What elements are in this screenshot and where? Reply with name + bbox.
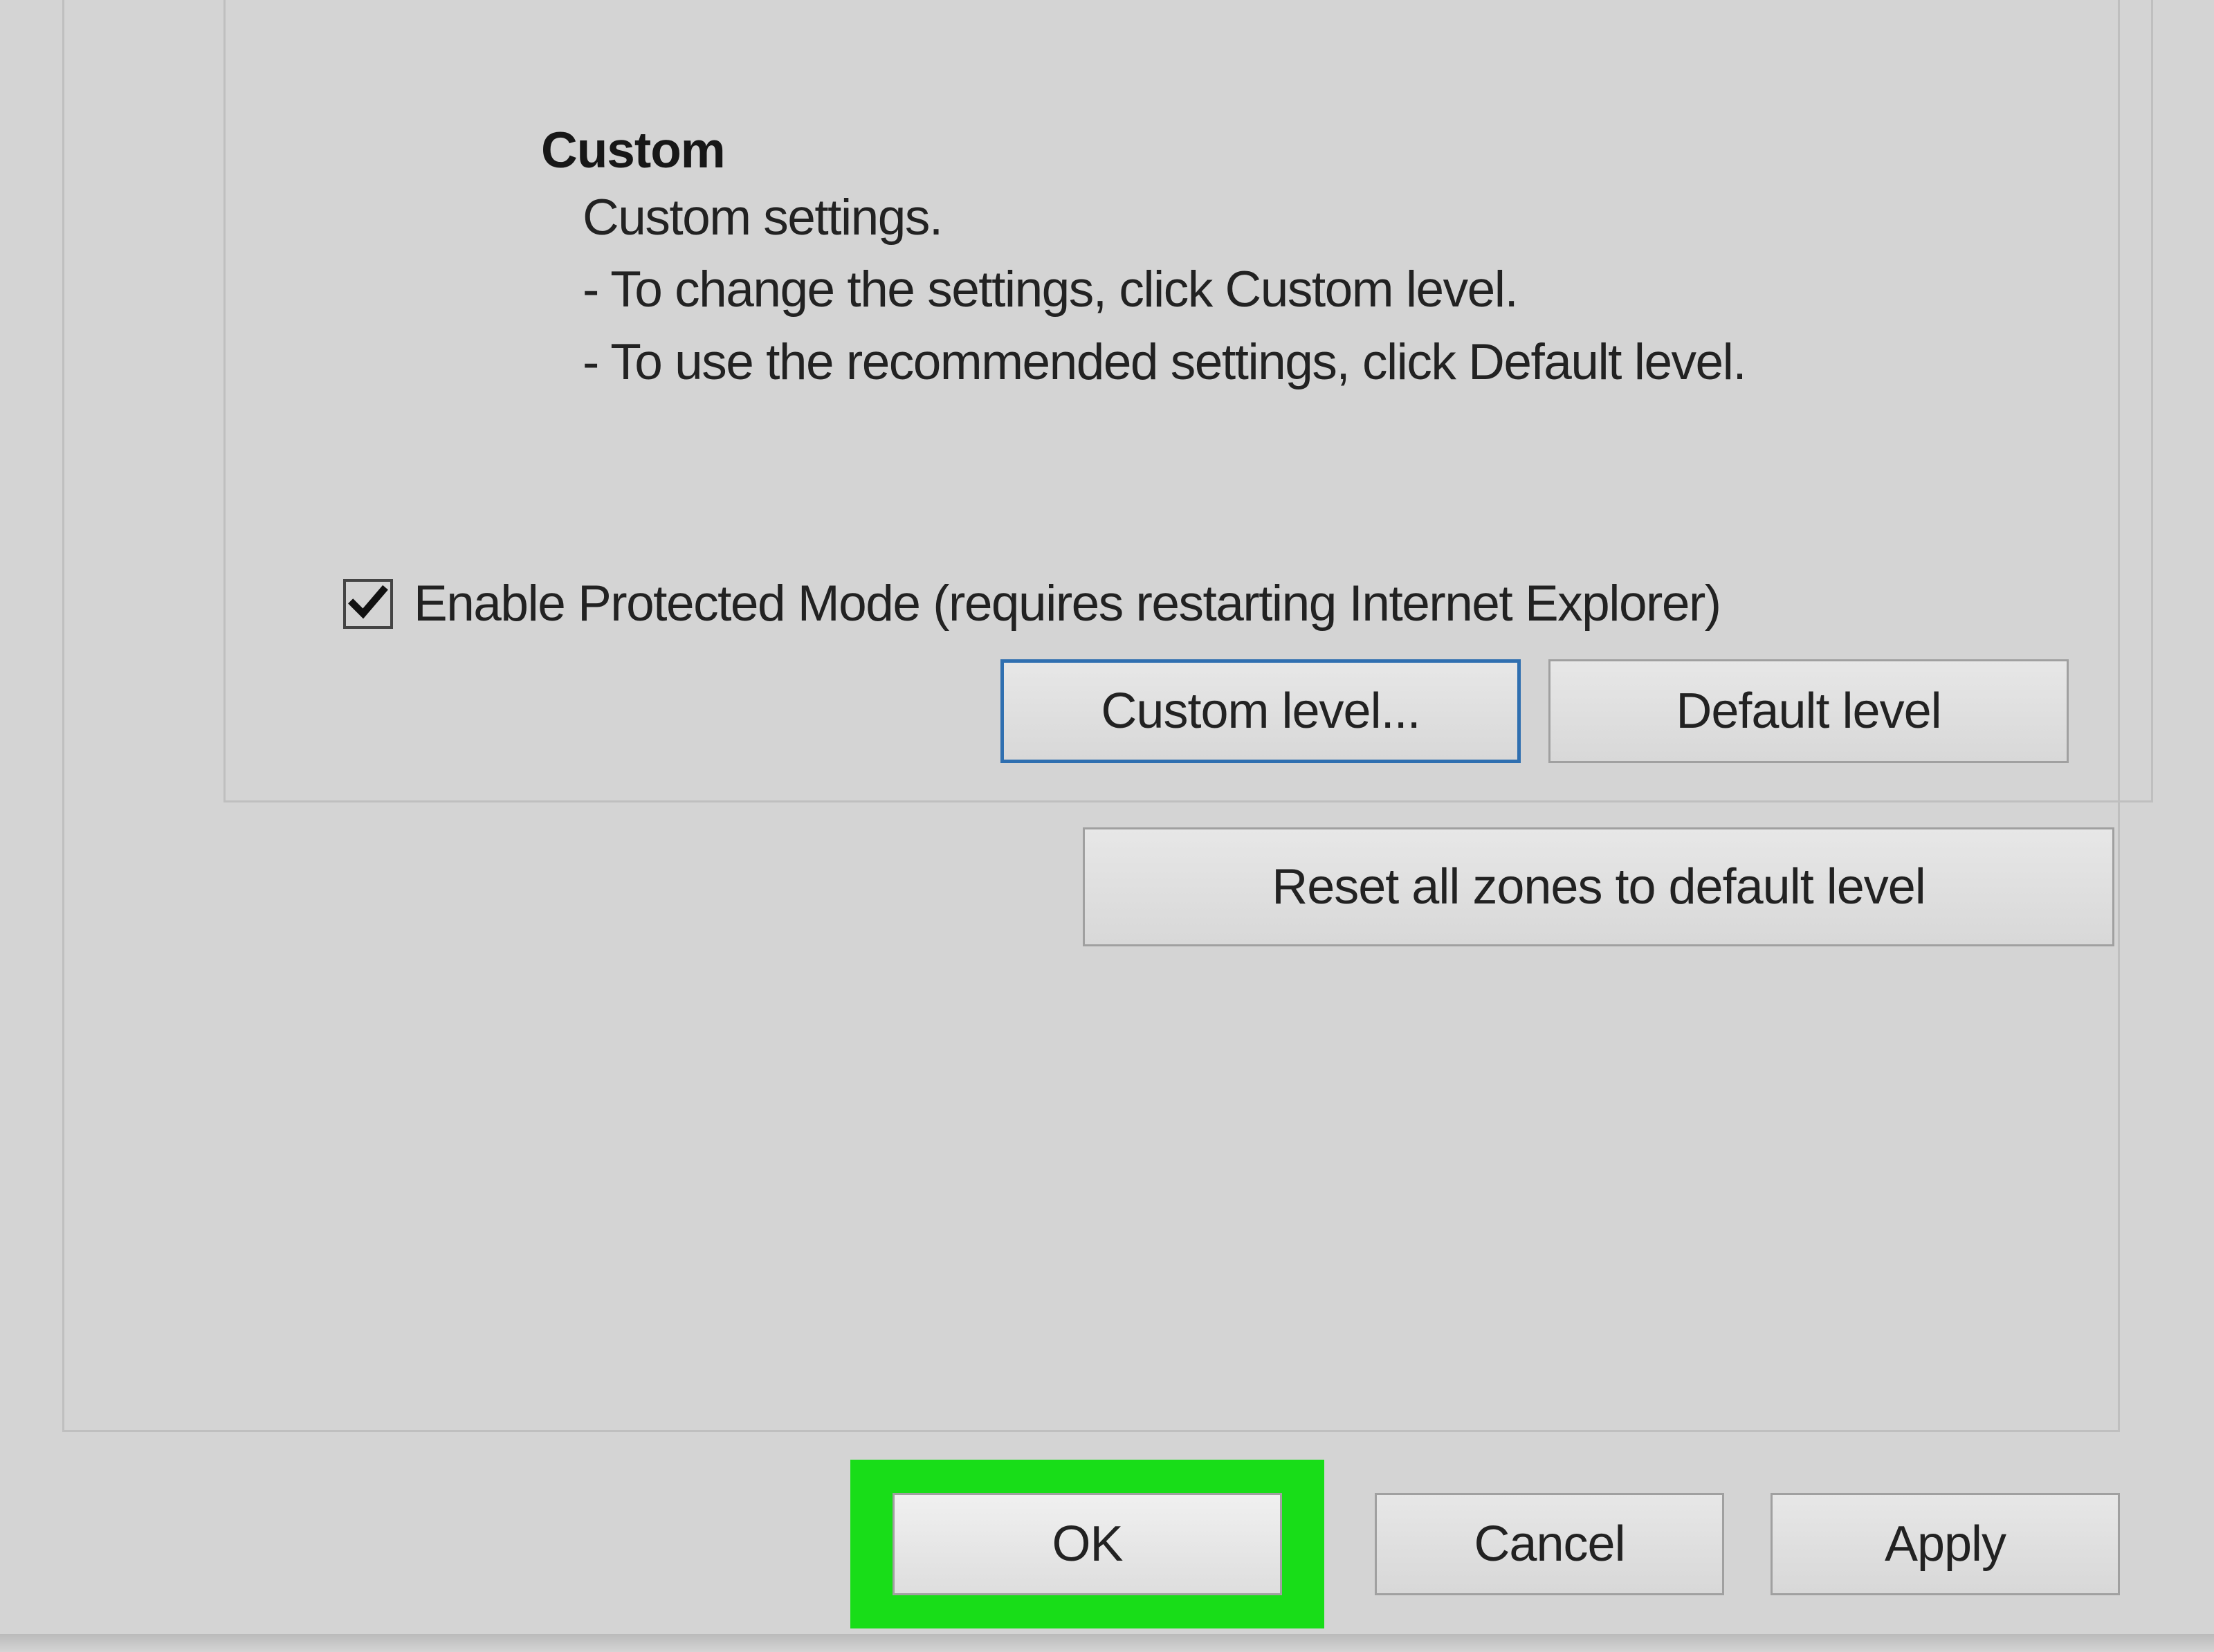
security-level-fieldset: Security level for this zone Custom Cust… [223,0,2153,802]
protected-mode-row: Enable Protected Mode (requires restarti… [343,575,1721,632]
custom-settings-block: Custom Custom settings. - To change the … [541,122,1746,396]
custom-line-1: Custom settings. [541,185,1746,251]
dialog-footer-buttons: OK Cancel Apply [0,1460,2214,1628]
internet-options-dialog: restricted zones. Security level for thi… [0,0,2214,1652]
dialog-bottom-edge [0,1634,2214,1652]
reset-all-zones-button[interactable]: Reset all zones to default level [1083,827,2114,946]
ok-button[interactable]: OK [893,1493,1282,1595]
default-level-button[interactable]: Default level [1548,659,2069,763]
custom-line-2: - To change the settings, click Custom l… [541,257,1746,323]
protected-mode-checkbox[interactable] [343,579,393,629]
custom-level-button[interactable]: Custom level... [1000,659,1521,763]
level-buttons-row: Custom level... Default level [1000,659,2069,763]
ok-button-highlight: OK [850,1460,1324,1628]
security-tab-panel: restricted zones. Security level for thi… [62,0,2120,1432]
custom-line-3: - To use the recommended settings, click… [541,329,1746,396]
custom-heading: Custom [541,122,1746,179]
protected-mode-label: Enable Protected Mode (requires restarti… [414,575,1721,632]
apply-button[interactable]: Apply [1771,1493,2120,1595]
cancel-button[interactable]: Cancel [1375,1493,1724,1595]
checkmark-icon [348,582,388,625]
